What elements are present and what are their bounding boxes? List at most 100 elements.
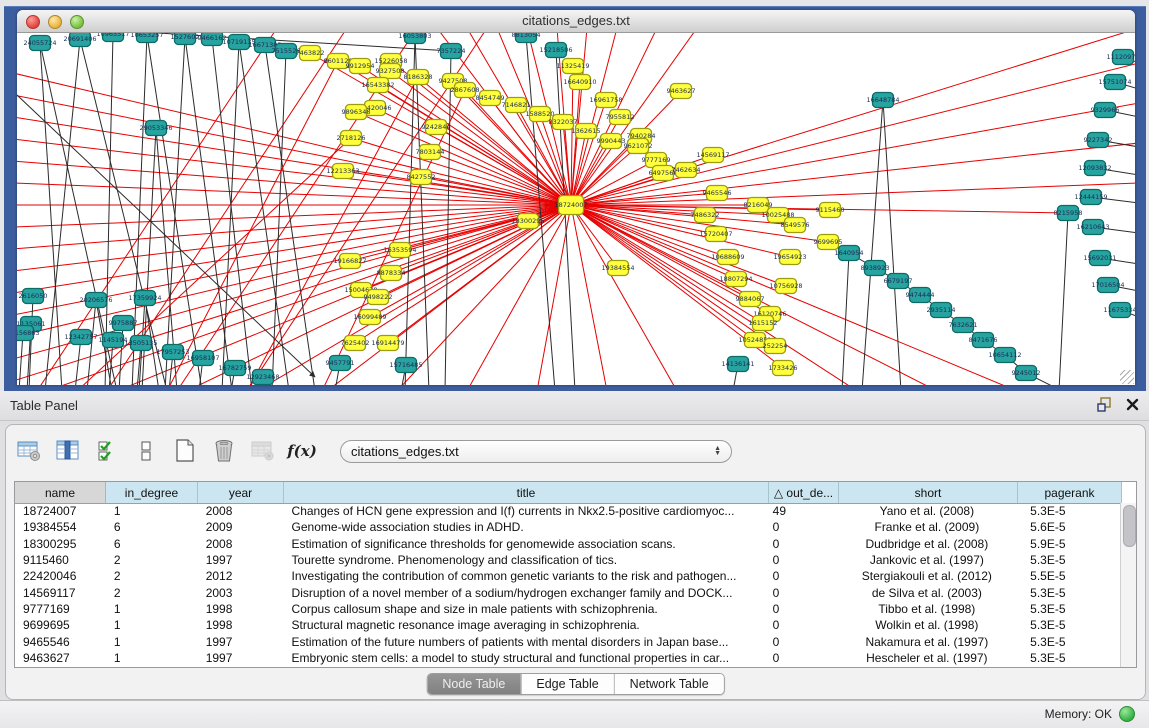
table-row[interactable]: 1456911722003Disruption of a novel membe… <box>15 584 1120 600</box>
table-cell[interactable]: Wolkin et al. (1998) <box>838 618 1017 632</box>
table-cell[interactable]: 5.3E-5 <box>1016 586 1120 600</box>
column-header-out_de[interactable]: △ out_de... <box>769 482 839 503</box>
graph-node[interactable]: 18724007 <box>554 196 587 215</box>
table-cell[interactable]: Corpus callosum shape and size in male p… <box>284 602 768 616</box>
memory-ok-icon[interactable] <box>1119 706 1135 722</box>
graph-node[interactable]: 1640954 <box>835 246 864 261</box>
graph-node[interactable]: 16958107 <box>186 351 219 366</box>
graph-node[interactable]: 7486322 <box>691 208 720 223</box>
table-row[interactable]: 2242004622012Investigating the contribut… <box>15 568 1120 584</box>
graph-node[interactable]: 11325419 <box>556 59 589 74</box>
graph-node[interactable]: 19654923 <box>773 250 806 265</box>
graph-node[interactable]: 1527602 <box>171 33 200 45</box>
graph-node[interactable]: 9329966 <box>1091 103 1120 118</box>
table-cell[interactable]: 49 <box>768 504 838 518</box>
table-cell[interactable]: 0 <box>768 651 838 665</box>
column-header-short[interactable]: short <box>839 482 1018 503</box>
graph-node[interactable]: 9896348 <box>342 105 371 120</box>
graph-node[interactable]: 8813054 <box>512 33 541 43</box>
column-header-in_degree[interactable]: in_degree <box>106 482 198 503</box>
network-canvas[interactable]: 1872400774638229601128991295415226058932… <box>17 33 1135 385</box>
graph-node[interactable]: 8454749 <box>476 91 505 106</box>
table-cell[interactable]: 1 <box>106 602 198 616</box>
table-cell[interactable]: 19384554 <box>15 520 106 534</box>
table-cell[interactable]: 5.3E-5 <box>1016 553 1120 567</box>
graph-node[interactable]: 9474444 <box>906 288 935 303</box>
table-cell[interactable]: 2003 <box>198 586 284 600</box>
table-cell[interactable]: 1 <box>106 618 198 632</box>
table-cell[interactable]: 9463627 <box>15 651 106 665</box>
table-cell[interactable]: Yano et al. (2008) <box>838 504 1017 518</box>
close-panel-icon[interactable] <box>1126 398 1139 416</box>
graph-node[interactable]: 15720407 <box>699 227 732 242</box>
table-cell[interactable]: 18724007 <box>15 504 106 518</box>
graph-node[interactable]: 9242844 <box>422 120 451 135</box>
graph-node[interactable]: 7955812 <box>606 110 635 125</box>
table-cell[interactable]: 0 <box>768 537 838 551</box>
graph-node[interactable]: 19166827 <box>333 254 366 269</box>
table-row[interactable]: 969969511998Structural magnetic resonanc… <box>15 617 1120 633</box>
graph-node[interactable]: 10688609 <box>711 250 744 265</box>
table-cell[interactable]: 0 <box>768 635 838 649</box>
resize-grip-icon[interactable] <box>1120 370 1134 384</box>
graph-node[interactable]: 16961758 <box>589 93 622 108</box>
graph-node[interactable]: 8938923 <box>861 261 890 276</box>
table-cell[interactable]: 9115460 <box>15 553 106 567</box>
graph-node[interactable]: 9115460 <box>816 203 845 218</box>
graph-node[interactable]: 16648784 <box>866 93 899 108</box>
table-cell[interactable]: 5.3E-5 <box>1016 635 1120 649</box>
tab-edge-table[interactable]: Edge Table <box>520 674 613 694</box>
float-panel-icon[interactable] <box>1097 397 1112 417</box>
graph-node[interactable]: 9621072 <box>624 139 653 154</box>
table-cell[interactable]: 5.3E-5 <box>1016 602 1120 616</box>
graph-node[interactable]: 7632621 <box>949 318 978 333</box>
graph-node[interactable]: 8878334 <box>377 266 406 281</box>
table-cell[interactable]: 0 <box>768 520 838 534</box>
table-cell[interactable]: 1 <box>106 635 198 649</box>
graph-node[interactable]: 16914479 <box>371 336 404 351</box>
graph-node[interactable]: 9245012 <box>1012 366 1041 381</box>
graph-node[interactable]: 14569117 <box>696 148 729 163</box>
network-graph[interactable]: 1872400774638229601128991295415226058932… <box>17 33 1135 385</box>
table-cell[interactable]: Franke et al. (2009) <box>838 520 1017 534</box>
graph-node[interactable]: 10654112 <box>988 348 1021 363</box>
graph-node[interactable]: 16640910 <box>563 75 596 90</box>
graph-node[interactable]: 1733426 <box>769 361 798 376</box>
table-cell[interactable]: 1998 <box>198 618 284 632</box>
table-row[interactable]: 911546021997Tourette syndrome. Phenomeno… <box>15 552 1120 568</box>
table-cell[interactable]: Dudbridge et al. (2008) <box>838 537 1017 551</box>
table-cell[interactable]: 0 <box>768 586 838 600</box>
table-cell[interactable]: 5.5E-5 <box>1016 569 1120 583</box>
graph-node[interactable]: 1615152 <box>749 316 778 331</box>
new-table-icon[interactable] <box>172 438 198 464</box>
graph-node[interactable]: 252254 <box>763 339 788 354</box>
graph-node[interactable]: 7515526 <box>272 44 301 59</box>
graph-node[interactable]: 9463627 <box>667 84 696 99</box>
graph-node[interactable]: 2935114 <box>927 303 956 318</box>
column-header-title[interactable]: title <box>284 482 769 503</box>
table-cell[interactable]: 0 <box>768 553 838 567</box>
graph-node[interactable]: 9327508 <box>376 64 405 79</box>
show-column-icon[interactable] <box>55 438 81 464</box>
graph-node[interactable]: 8427552 <box>407 170 436 185</box>
graph-node[interactable]: 10653257 <box>130 33 163 43</box>
table-cell[interactable]: de Silva et al. (2003) <box>838 586 1017 600</box>
table-cell[interactable]: 2008 <box>198 504 284 518</box>
table-cell[interactable]: Changes of HCN gene expression and I(f) … <box>284 504 768 518</box>
table-select-dropdown[interactable]: citations_edges.txt ▲▼ <box>340 440 732 463</box>
table-cell[interactable]: 0 <box>768 569 838 583</box>
table-cell[interactable]: 1 <box>106 504 198 518</box>
graph-node[interactable]: 6679197 <box>884 274 913 289</box>
table-cell[interactable]: 2009 <box>198 520 284 534</box>
graph-node[interactable]: 9990443 <box>597 134 626 149</box>
graph-node[interactable]: 8215958 <box>1054 206 1083 221</box>
table-cell[interactable]: Estimation of the future numbers of pati… <box>284 635 768 649</box>
graph-node[interactable]: 16099489 <box>353 310 386 325</box>
table-cell[interactable]: 2 <box>106 586 198 600</box>
table-cell[interactable]: 0 <box>768 602 838 616</box>
graph-node[interactable]: 15716485 <box>389 358 422 373</box>
table-cell[interactable]: Tourette syndrome. Phenomenology and cla… <box>284 553 768 567</box>
graph-node[interactable]: 10756928 <box>769 279 802 294</box>
table-cell[interactable]: 14569117 <box>15 586 106 600</box>
table-cell[interactable]: Hescheler et al. (1997) <box>838 651 1017 665</box>
